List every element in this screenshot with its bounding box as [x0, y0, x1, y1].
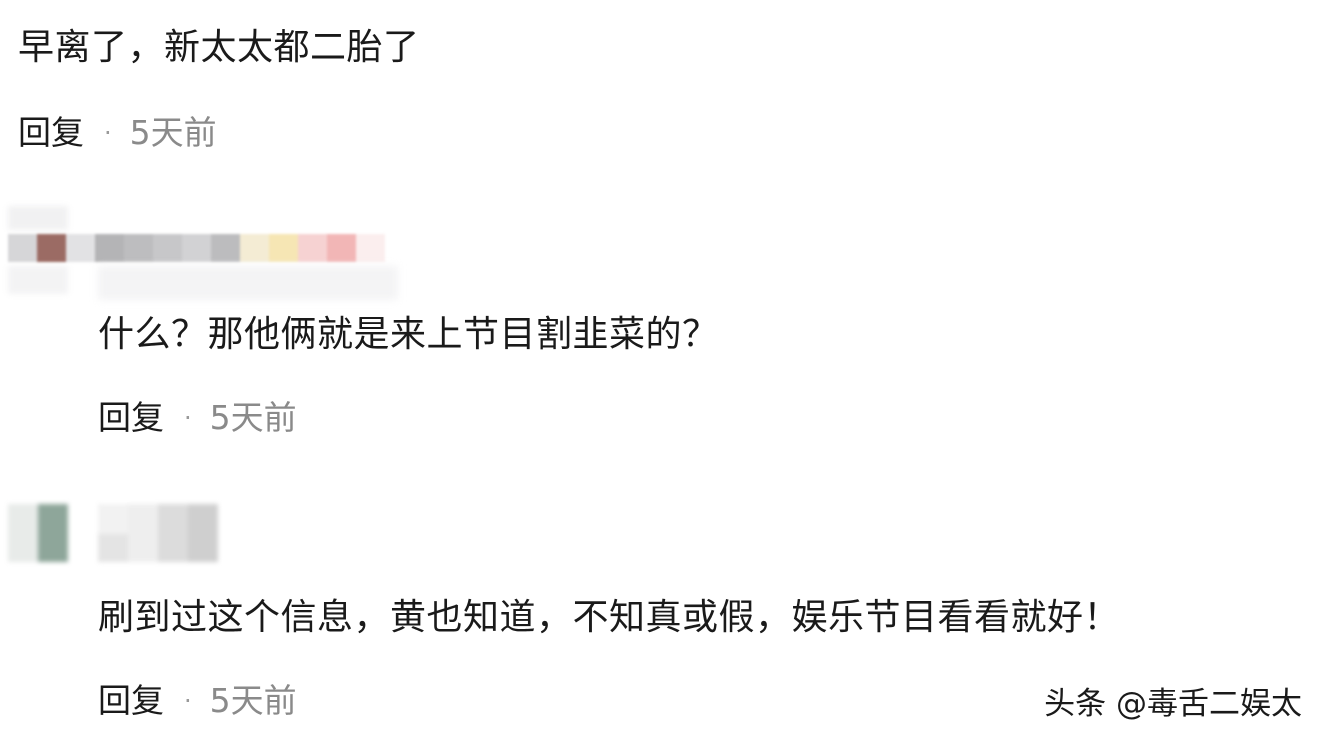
reply-button[interactable]: 回复 — [98, 681, 164, 721]
blurred-pixel — [37, 234, 66, 262]
comment-meta: 回复 · 5天前 — [18, 113, 217, 153]
blurred-avatar[interactable] — [8, 504, 218, 562]
source-watermark: 头条 @毒舌二娱太 — [1044, 686, 1302, 722]
comment-text: 刷到过这个信息，黄也知道，不知真或假，娱乐节目看看就好！ — [98, 597, 1121, 638]
separator-dot: · — [184, 404, 192, 432]
blurred-pixel — [298, 234, 327, 262]
blurred-pixel — [153, 234, 182, 262]
comment-meta: 回复 · 5天前 — [98, 398, 297, 438]
reply-button[interactable]: 回复 — [98, 398, 164, 438]
blurred-pixel — [327, 234, 356, 262]
blurred-pixel — [211, 234, 240, 262]
blurred-pixel — [269, 234, 298, 262]
blurred-pixel — [95, 234, 124, 262]
blurred-pixel — [8, 234, 37, 262]
blurred-pixel — [182, 234, 211, 262]
separator-dot: · — [104, 119, 112, 147]
comment-meta: 回复 · 5天前 — [98, 681, 297, 721]
reply-button[interactable]: 回复 — [18, 113, 84, 153]
blurred-username[interactable] — [8, 234, 385, 262]
blurred-pixel — [240, 234, 269, 262]
timestamp: 5天前 — [129, 113, 217, 152]
blurred-pixel — [356, 234, 385, 262]
separator-dot: · — [184, 687, 192, 715]
comment-text: 什么？那他俩就是来上节目割韭菜的？ — [98, 314, 719, 355]
timestamp: 5天前 — [209, 681, 297, 720]
blurred-pixel — [66, 234, 95, 262]
blurred-pixel — [124, 234, 153, 262]
timestamp: 5天前 — [209, 398, 297, 437]
comment-text: 早离了，新太太都二胎了 — [18, 27, 420, 68]
blurred-username-shadow — [98, 266, 398, 300]
